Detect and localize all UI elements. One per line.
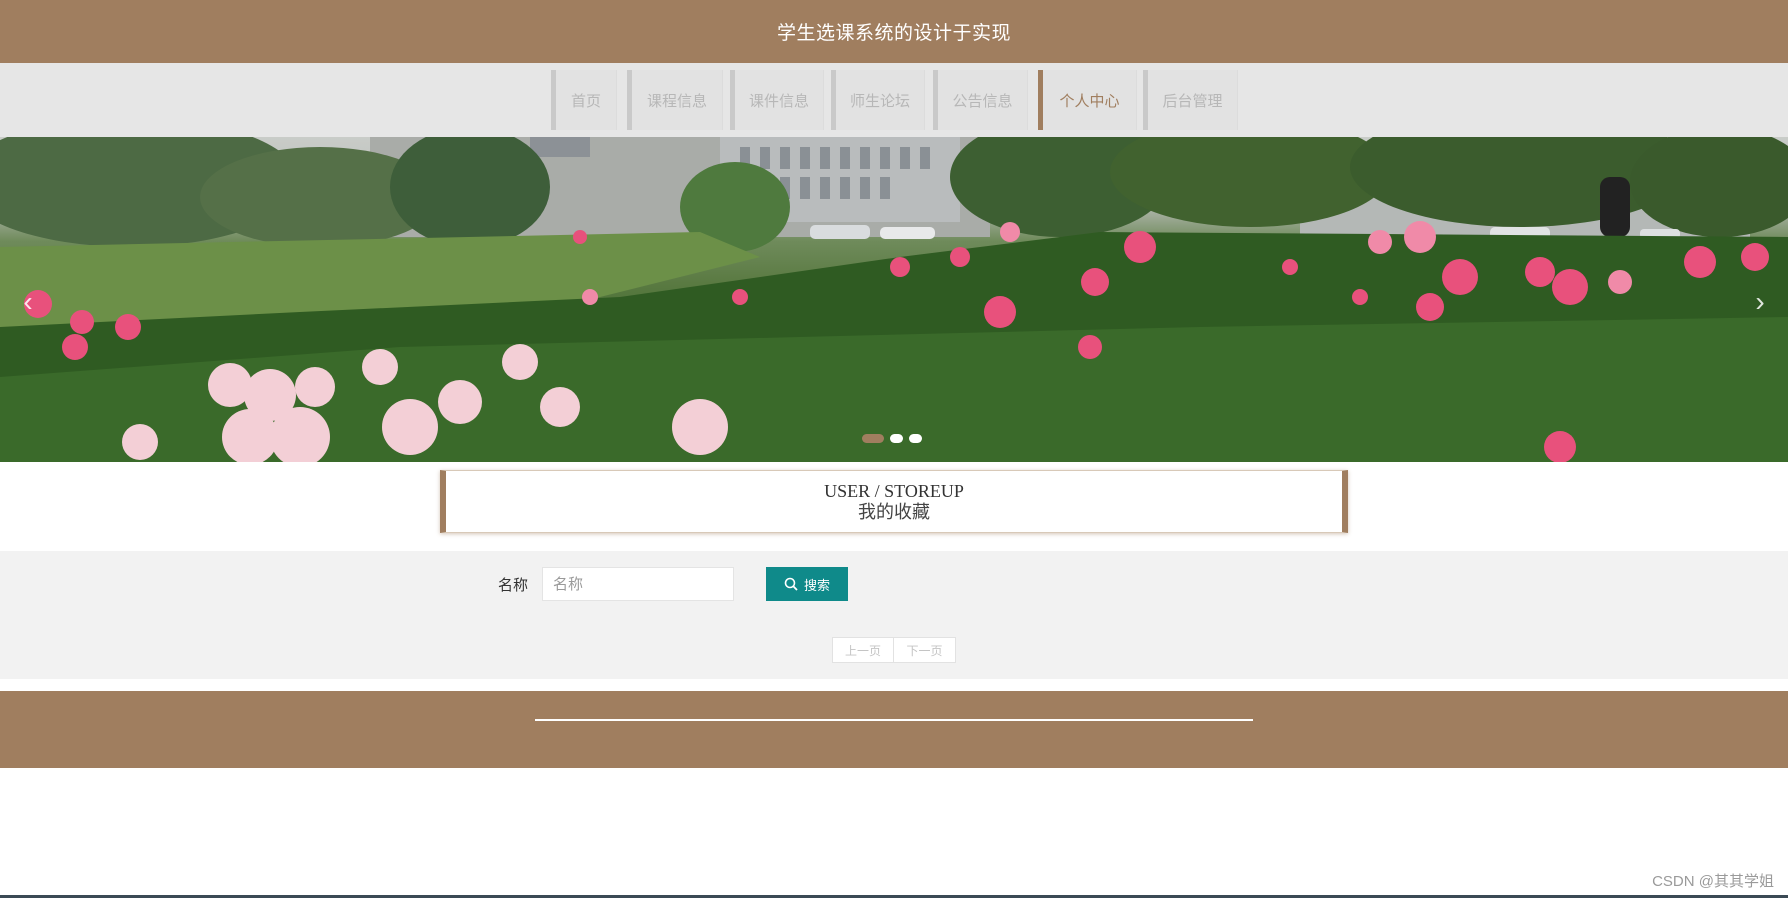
site-header: 学生选课系统的设计于实现 — [0, 0, 1788, 63]
site-title: 学生选课系统的设计于实现 — [776, 23, 1011, 44]
carousel-dot-2[interactable] — [890, 434, 903, 443]
nav-item-personal-center[interactable]: 个人中心 — [1038, 70, 1137, 130]
search-button[interactable]: 搜索 — [766, 567, 848, 601]
nav-item-notices[interactable]: 公告信息 — [933, 70, 1028, 130]
nav-item-label: 课件信息 — [748, 92, 809, 110]
search-icon — [784, 577, 798, 591]
carousel-indicators — [862, 434, 922, 443]
main-nav: 首页 课程信息 课件信息 师生论坛 公告信息 个人中心 后台管理 — [0, 63, 1788, 197]
nav-item-home[interactable]: 首页 — [551, 70, 617, 130]
carousel-dot-1[interactable] — [862, 434, 884, 443]
carousel-dot-3[interactable] — [909, 434, 922, 443]
name-label: 名称 — [498, 577, 529, 594]
carousel-prev-arrow[interactable]: ‹ — [16, 287, 40, 317]
nav-item-courses[interactable]: 课程信息 — [627, 70, 723, 130]
section-title-cn: 我的收藏 — [858, 502, 930, 522]
banner-image — [0, 137, 1788, 462]
nav-item-label: 首页 — [570, 92, 601, 110]
search-button-label: 搜索 — [803, 577, 830, 593]
site-footer — [0, 691, 1788, 768]
next-page-button[interactable]: 下一页 — [894, 637, 956, 663]
footer-divider — [535, 719, 1253, 721]
pagination: 上一页 下一页 — [832, 637, 956, 663]
nav-item-admin[interactable]: 后台管理 — [1143, 70, 1238, 130]
banner-carousel: ‹ › — [0, 137, 1788, 462]
search-panel: 名称 搜索 上一页 下一页 — [0, 551, 1788, 679]
chevron-right-icon: › — [1755, 286, 1765, 317]
section-title-en: USER / STOREUP — [824, 481, 964, 501]
nav-item-label: 公告信息 — [952, 92, 1013, 110]
nav-item-label: 师生论坛 — [849, 92, 910, 110]
section-heading: USER / STOREUP 我的收藏 — [440, 470, 1348, 533]
watermark: CSDN @其其学姐 — [1652, 873, 1774, 890]
chevron-left-icon: ‹ — [23, 286, 33, 317]
nav-item-label: 课程信息 — [646, 92, 707, 110]
nav-item-courseware[interactable]: 课件信息 — [730, 70, 824, 130]
carousel-next-arrow[interactable]: › — [1748, 287, 1772, 317]
nav-item-forum[interactable]: 师生论坛 — [831, 70, 925, 130]
prev-page-button[interactable]: 上一页 — [832, 637, 894, 663]
nav-item-label: 个人中心 — [1059, 92, 1120, 110]
nav-item-label: 后台管理 — [1162, 92, 1223, 110]
name-search-input[interactable] — [542, 567, 734, 601]
